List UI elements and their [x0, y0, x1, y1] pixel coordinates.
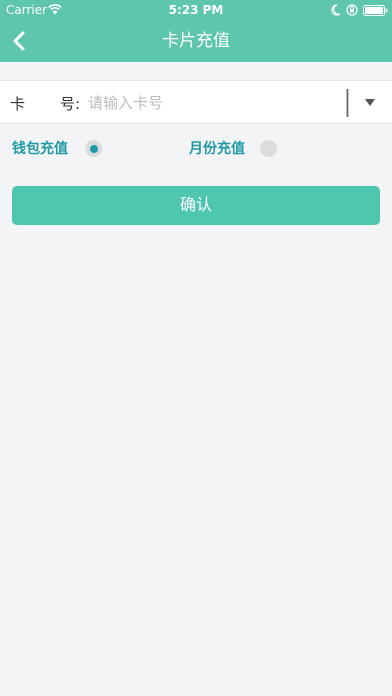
- radio-selected-dot: [89, 144, 98, 153]
- triangle-down-icon: [365, 99, 375, 106]
- header-bar: Carrier 5:23 PM 卡片充值: [0, 0, 392, 62]
- chevron-left-icon: [13, 31, 25, 51]
- input-divider: [346, 89, 349, 117]
- card-number-row: 卡 号:: [0, 80, 392, 124]
- card-number-label-part2: 号:: [60, 95, 81, 113]
- wallet-recharge-option[interactable]: 钱包充值: [12, 136, 112, 160]
- status-bar: Carrier 5:23 PM: [0, 0, 392, 20]
- battery-icon: [363, 5, 388, 16]
- monthly-recharge-option[interactable]: 月份充值: [189, 136, 285, 160]
- card-dropdown-button[interactable]: [356, 89, 384, 117]
- wallet-recharge-label: 钱包充值: [12, 141, 68, 157]
- monthly-recharge-label: 月份充值: [189, 141, 245, 157]
- card-number-input[interactable]: [88, 88, 340, 118]
- confirm-button[interactable]: 确认: [12, 186, 380, 225]
- monthly-recharge-radio[interactable]: [260, 140, 277, 157]
- wallet-recharge-radio[interactable]: [85, 140, 102, 157]
- card-number-label-part1: 卡: [10, 95, 26, 113]
- moon-icon: [331, 4, 341, 16]
- navigation-bar: 卡片充值: [0, 20, 392, 62]
- page-title: 卡片充值: [162, 31, 230, 51]
- back-button[interactable]: [6, 26, 36, 56]
- rotation-lock-icon: [346, 4, 358, 16]
